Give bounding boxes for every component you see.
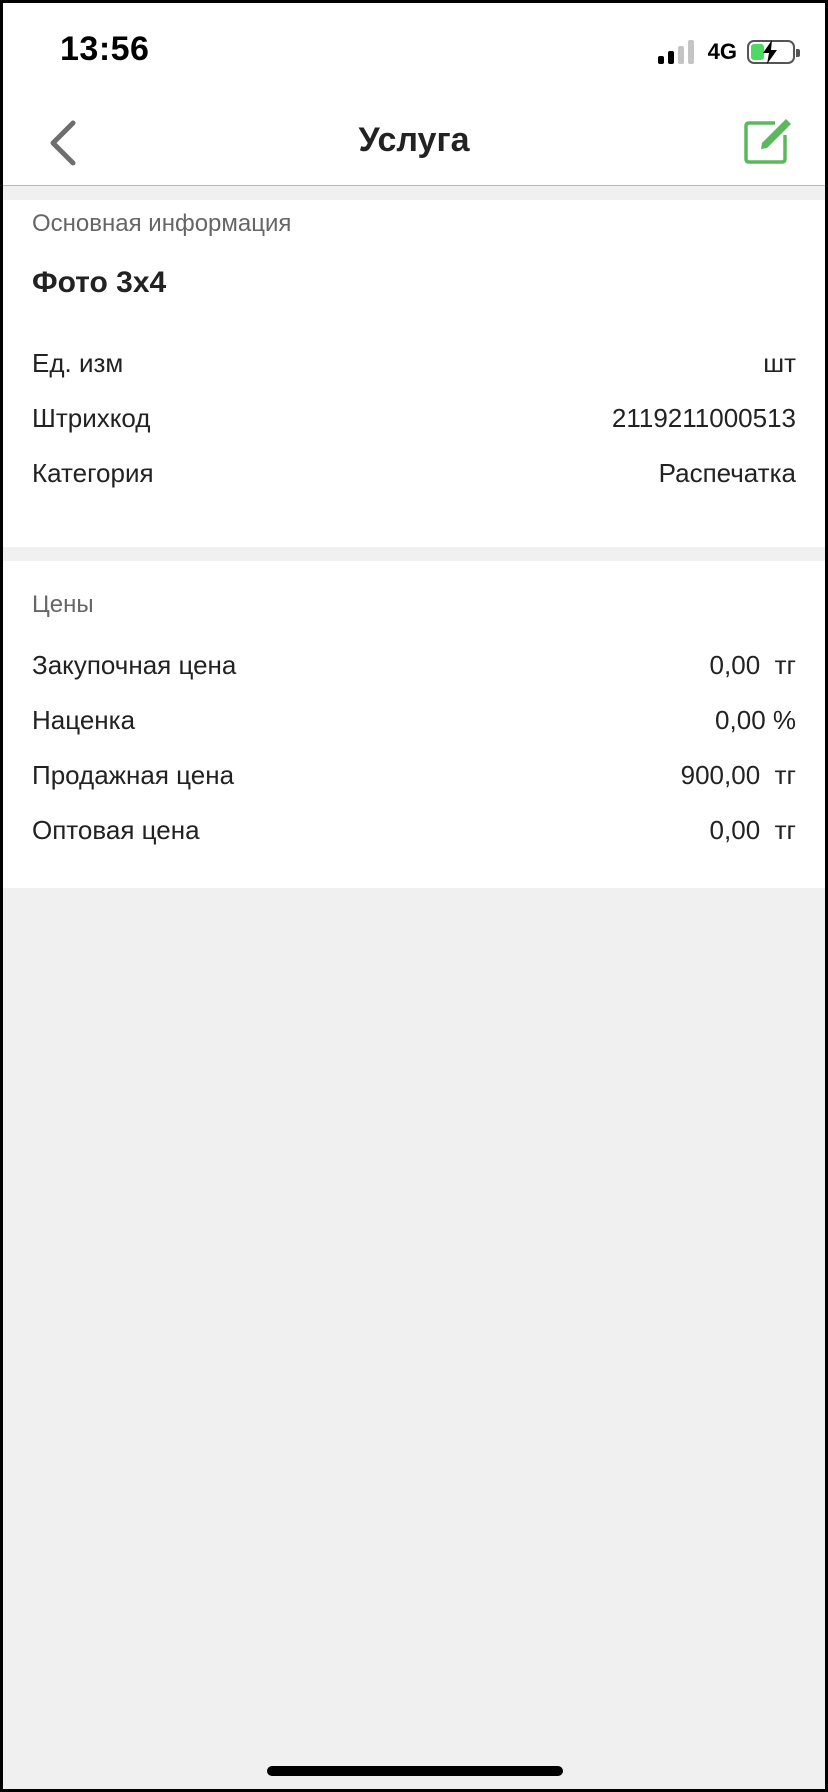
markup-row: Наценка 0,00 % [32,700,796,740]
battery-charging-icon [747,40,800,64]
navigation-bar: Услуга [3,99,825,186]
row-label: Ед. изм [32,347,124,378]
page-title: Услуга [358,121,470,159]
status-indicators: 4G [657,37,800,67]
row-value: 0,00 тг [709,814,796,845]
row-value: Распечатка [658,457,796,488]
row-value: 900,00 тг [680,759,796,790]
row-label: Оптовая цена [32,814,200,845]
row-label: Штрихкод [32,402,151,433]
prices-section-header: Цены [32,591,94,618]
item-name: Фото 3х4 [32,266,167,299]
status-time: 13:56 [60,30,150,68]
row-value: шт [763,347,796,378]
row-value: 0,00 % [715,704,796,735]
row-label: Категория [32,457,154,488]
charging-bolt-icon [763,40,777,64]
row-value: 0,00 тг [709,649,796,680]
wholesale-price-row: Оптовая цена 0,00 тг [32,810,796,850]
category-row: Категория Распечатка [32,453,796,493]
row-label: Наценка [32,704,136,735]
home-indicator[interactable] [267,1766,563,1776]
cellular-signal-icon [657,40,698,64]
row-value: 2119211000513 [611,402,796,433]
main-info-section-header: Основная информация [32,210,292,237]
screen: 13:56 4G Услуга Основная информация Фото… [3,3,825,1789]
row-label: Продажная цена [32,759,235,790]
unit-row: Ед. изм шт [32,343,796,383]
row-label: Закупочная цена [32,649,237,680]
battery-cap [796,49,800,57]
status-bar: 13:56 4G [3,3,825,99]
sale-price-row: Продажная цена 900,00 тг [32,755,796,795]
main-info-card: Основная информация Фото 3х4 Ед. изм шт … [3,200,825,547]
barcode-row: Штрихкод 2119211000513 [32,398,796,438]
edit-icon[interactable] [741,115,793,167]
prices-card: Цены Закупочная цена 0,00 тг Наценка 0,0… [3,561,825,888]
purchase-price-row: Закупочная цена 0,00 тг [32,645,796,685]
network-type: 4G [707,39,737,64]
